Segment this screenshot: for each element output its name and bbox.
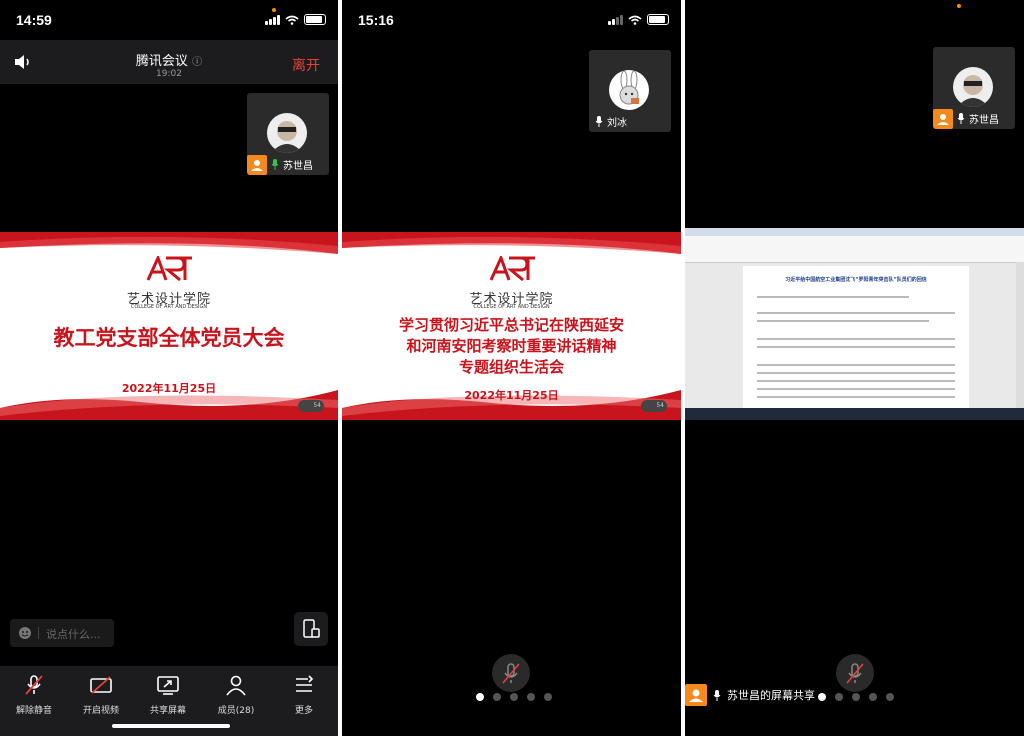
battery-icon — [647, 14, 669, 25]
rabbit-avatar-icon — [609, 70, 649, 110]
more-button[interactable]: 更多 — [274, 674, 334, 716]
toolbar-label: 成员(28) — [217, 706, 255, 716]
signal-icon — [265, 14, 280, 25]
mic-muted-icon — [846, 663, 864, 684]
mic-icon — [713, 689, 721, 701]
page-dot[interactable] — [818, 693, 826, 701]
page-dot[interactable] — [886, 693, 894, 701]
page-indicator — [818, 693, 894, 701]
avatar — [953, 67, 993, 107]
more-icon — [296, 675, 314, 692]
meeting-panel-1: 14:59 腾讯会议 ⓘ 19:02 离开 苏世昌 艺术设计学院 COLLEGE… — [0, 0, 338, 736]
toolbar-label: 解除静音 — [15, 706, 52, 716]
status-time: 15:16 — [358, 12, 394, 28]
slide-headline: 教工党支部全体党员大会 — [53, 326, 285, 350]
device-switch-icon — [303, 619, 320, 638]
page-dot[interactable] — [527, 693, 535, 701]
page-indicator — [476, 693, 552, 701]
slide-date: 2022年11月25日 — [121, 382, 217, 395]
slide-date: 2022年11月25日 — [464, 389, 559, 402]
mic-icon — [957, 113, 965, 124]
slide-page-badge: 54 — [298, 400, 324, 412]
chat-input[interactable]: 说点什么... — [10, 619, 114, 647]
host-icon — [685, 684, 707, 706]
battery-icon — [304, 14, 326, 25]
art-logo-icon — [0, 254, 338, 286]
shared-slide: 艺术设计学院 COLLEGE OF ART AND DESIGN 教工党支部全体… — [0, 232, 338, 420]
slide-page-badge: 54 — [641, 400, 667, 412]
mic-icon — [271, 159, 279, 170]
info-icon[interactable]: ⓘ — [192, 57, 202, 68]
toolbar-label: 更多 — [294, 706, 313, 716]
participant-name-tag: 苏世昌 — [957, 111, 999, 126]
toolbar-label: 开启视频 — [82, 706, 119, 716]
privacy-dot — [957, 4, 961, 8]
share-screen-button[interactable]: 共享屏幕 — [138, 674, 198, 716]
emoji-icon[interactable] — [18, 626, 32, 640]
leave-button[interactable]: 离开 — [292, 55, 320, 75]
windows-taskbar — [685, 408, 1024, 420]
participant-name-tag: 苏世昌 — [271, 157, 313, 172]
shared-slide: 艺术设计学院 COLLEGE OF ART AND DESIGN 学习贯彻习近平… — [342, 232, 681, 420]
wifi-icon — [285, 15, 299, 25]
page-dot[interactable] — [852, 693, 860, 701]
page-dot[interactable] — [493, 693, 501, 701]
school-name-en: COLLEGE OF ART AND DESIGN — [473, 304, 550, 310]
page-dot[interactable] — [835, 693, 843, 701]
scrollbar[interactable] — [1016, 262, 1024, 408]
signal-icon — [608, 14, 623, 25]
members-icon — [226, 675, 246, 696]
page-dot[interactable] — [544, 693, 552, 701]
host-icon — [247, 155, 267, 175]
meeting-panel-2: 15:16 刘冰 艺术设计学院 COLLEGE OF ART AND DESIG… — [342, 0, 681, 736]
shared-screen-document: 习近平给中国航空工业集团沈飞“罗阳青年突击队”队员们的回信 — [685, 228, 1024, 420]
participant-thumbnail[interactable]: 苏世昌 — [933, 47, 1015, 129]
unmute-button[interactable] — [492, 654, 530, 692]
page-dot[interactable] — [510, 693, 518, 701]
share-screen-icon — [157, 676, 179, 695]
page-dot[interactable] — [476, 693, 484, 701]
meeting-panel-3: 苏世昌 习近平给中国航空工业集团沈飞“罗阳青年突击队”队员们的回信 苏世昌的屏幕 — [685, 0, 1024, 736]
participant-thumbnail[interactable]: 苏世昌 — [247, 93, 329, 175]
meeting-toolbar: 解除静音 开启视频 共享屏幕 成员(28) 更多 — [0, 666, 338, 736]
status-time: 14:59 — [16, 12, 52, 28]
host-icon — [933, 109, 953, 129]
meeting-title[interactable]: 腾讯会议 ⓘ — [0, 50, 338, 69]
mic-muted-icon — [25, 675, 43, 695]
start-video-button[interactable]: 开启视频 — [71, 674, 131, 716]
document-page: 习近平给中国航空工业集团沈飞“罗阳青年突击队”队员们的回信 — [743, 266, 969, 416]
art-logo-icon — [342, 254, 681, 286]
screen-share-label: 苏世昌的屏幕共享 — [685, 683, 815, 707]
meeting-header: 腾讯会议 ⓘ 19:02 离开 — [0, 40, 338, 84]
participant-name-tag: 刘冰 — [595, 114, 627, 129]
home-indicator — [112, 724, 230, 728]
mic-icon — [595, 116, 603, 127]
unmute-button[interactable]: 解除静音 — [4, 674, 64, 716]
meeting-timer: 19:02 — [156, 69, 182, 79]
participant-thumbnail[interactable]: 刘冰 — [589, 50, 671, 132]
unmute-button[interactable] — [836, 654, 874, 692]
wifi-icon — [628, 15, 642, 25]
status-icons — [265, 14, 326, 25]
mic-muted-icon — [502, 663, 520, 684]
toolbar-label: 共享屏幕 — [149, 706, 186, 716]
page-dot[interactable] — [869, 693, 877, 701]
video-off-icon — [90, 676, 112, 694]
browser-tabs — [685, 228, 1024, 236]
status-icons — [608, 14, 669, 25]
slide-headline-line-3: 专题组织生活会 — [458, 358, 564, 376]
school-name-en: COLLEGE OF ART AND DESIGN — [130, 304, 208, 310]
document-title: 习近平给中国航空工业集团沈飞“罗阳青年突击队”队员们的回信 — [785, 277, 927, 283]
members-button[interactable]: 成员(28) — [206, 674, 266, 716]
device-switch-button[interactable] — [294, 612, 328, 646]
slide-headline-line-1: 学习贯彻习近平总书记在陕西延安 — [398, 316, 624, 334]
chat-placeholder: 说点什么... — [46, 628, 101, 641]
word-ribbon — [685, 236, 1024, 263]
slide-headline-line-2: 和河南安阳考察时重要讲话精神 — [406, 337, 617, 355]
avatar — [267, 113, 307, 153]
privacy-dot — [272, 8, 276, 12]
